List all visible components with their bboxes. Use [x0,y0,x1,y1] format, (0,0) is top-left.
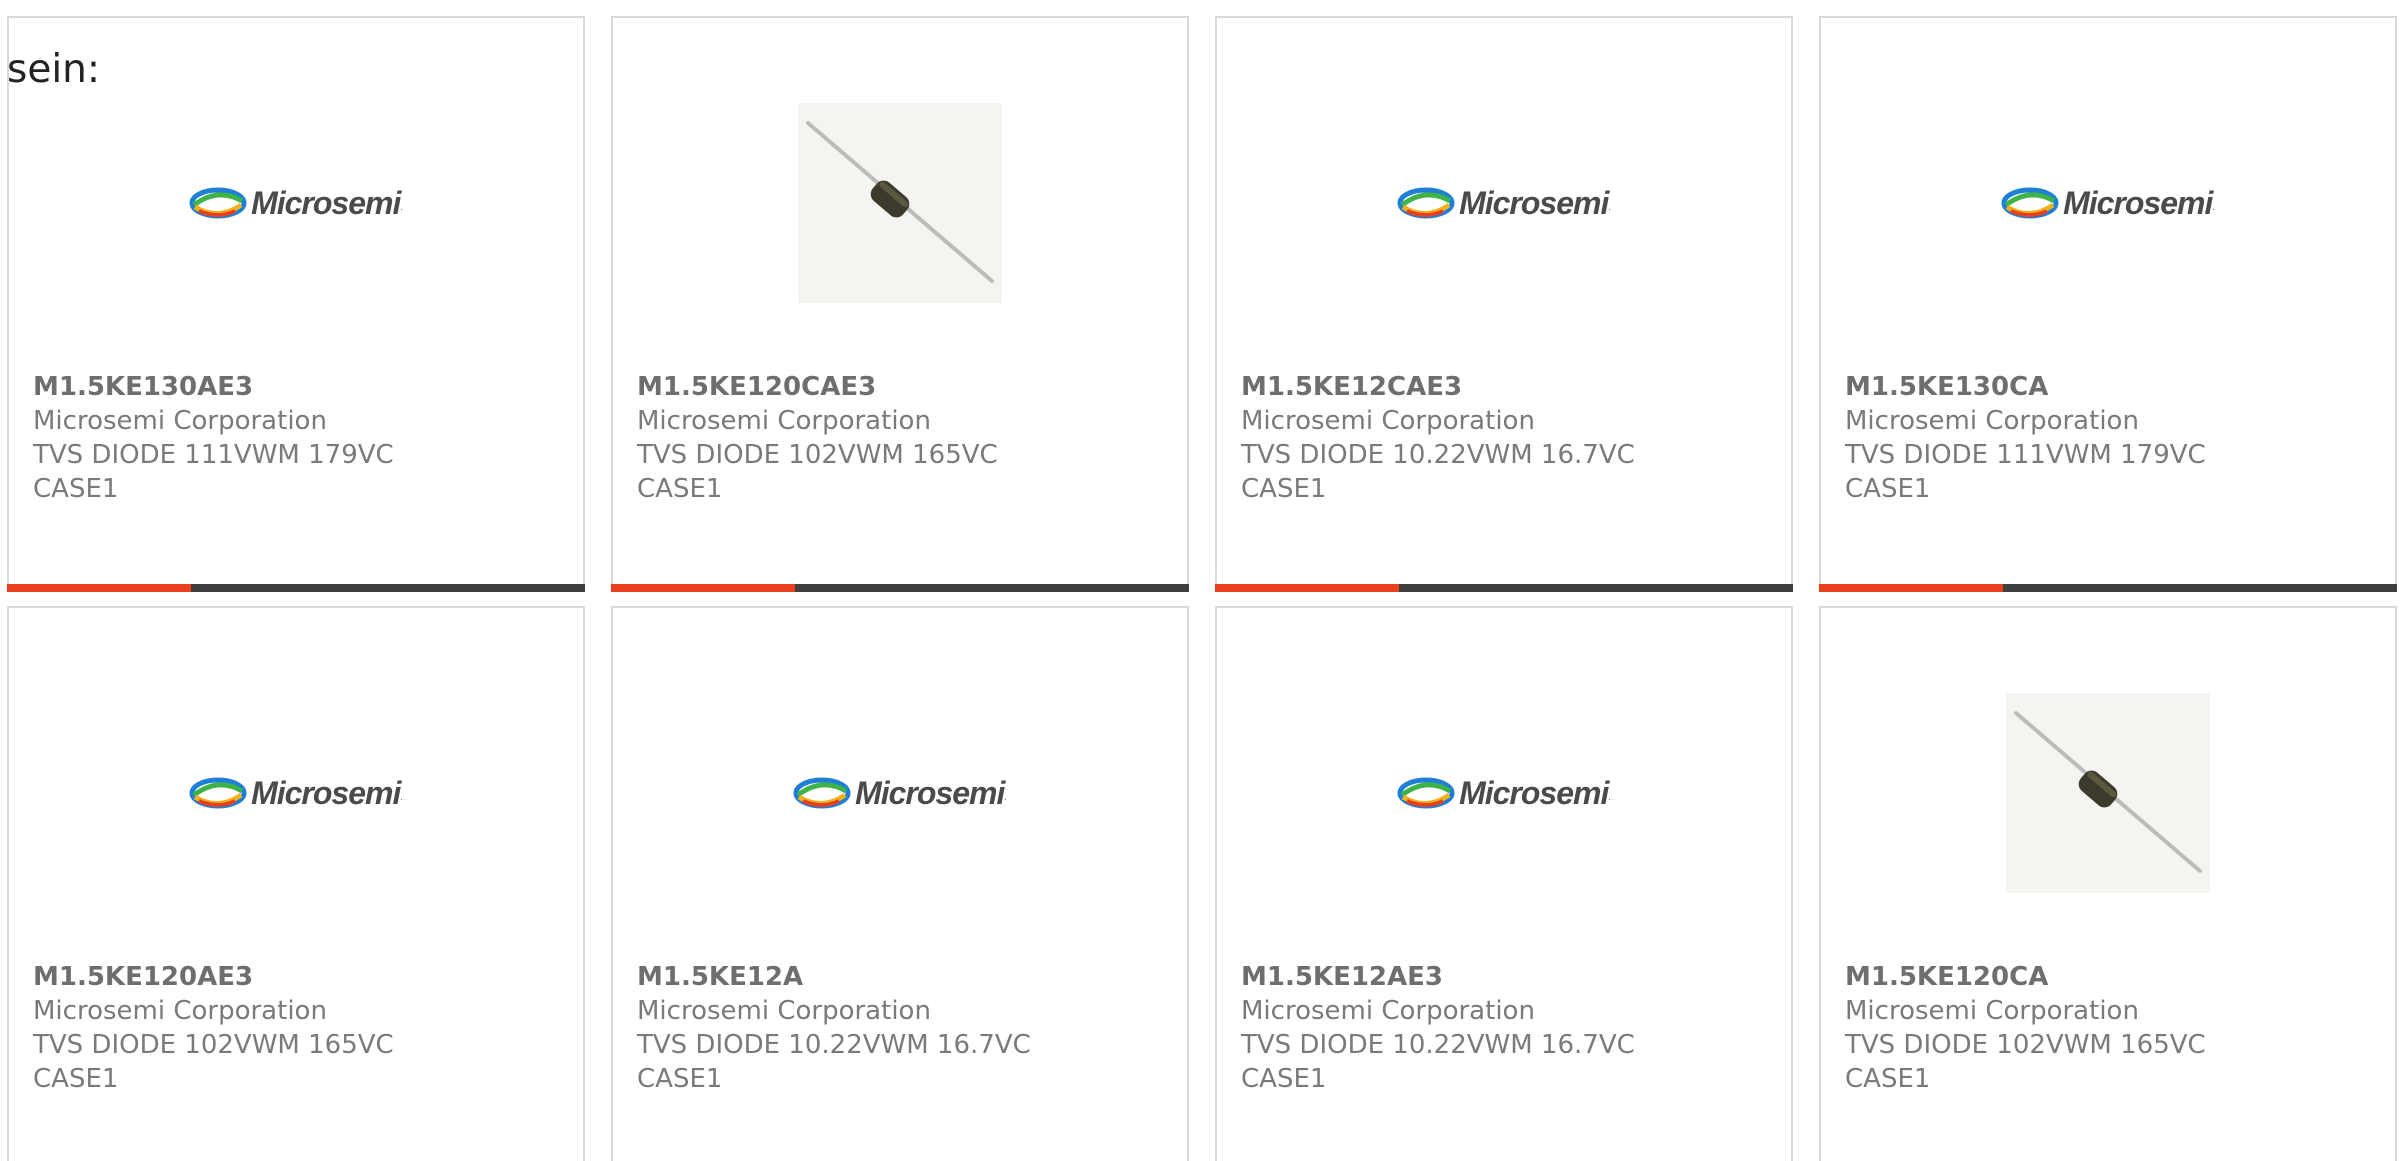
swirl-icon [1397,187,1455,219]
microsemi-logo-icon: Microsemi . [793,775,1007,812]
swirl-icon [189,777,247,809]
part-number[interactable]: M1.5KE130AE3 [33,370,573,404]
manufacturer: Microsemi Corporation [637,996,931,1026]
product-info: M1.5KE12AE3 Microsemi Corporation TVS DI… [1241,960,1781,1096]
description: TVS DIODE 111VWM 179VC [33,440,394,470]
manufacturer: Microsemi Corporation [1241,406,1535,436]
diode-icon [2014,711,2202,873]
card-bottom-bar [1215,584,1793,592]
microsemi-logo-icon: Microsemi . [189,185,403,222]
microsemi-logo-icon: Microsemi . [1397,775,1611,812]
product-image: Microsemi . [9,78,583,328]
microsemi-logo-icon: Microsemi . [189,775,403,812]
product-image: Microsemi . [1821,78,2395,328]
description: TVS DIODE 10.22VWM 16.7VC [1241,1030,1635,1060]
product-info: M1.5KE130CA Microsemi Corporation TVS DI… [1845,370,2385,506]
manufacturer: Microsemi Corporation [33,996,327,1026]
product-info: M1.5KE12A Microsemi Corporation TVS DIOD… [637,960,1177,1096]
product-card[interactable]: Microsemi . M1.5KE12A Microsemi Corporat… [611,606,1189,1161]
product-card[interactable]: Microsemi . M1.5KE130AE3 Microsemi Corpo… [7,16,585,592]
card-accent [1819,584,2003,592]
product-info: M1.5KE120CAE3 Microsemi Corporation TVS … [637,370,1177,506]
manufacturer: Microsemi Corporation [1845,406,2139,436]
description: TVS DIODE 102VWM 165VC [637,440,998,470]
product-image: Microsemi . [1217,668,1791,918]
package: CASE1 [1241,1064,1327,1094]
part-number[interactable]: M1.5KE120CAE3 [637,370,1177,404]
product-card[interactable]: M1.5KE120CA Microsemi Corporation TVS DI… [1819,606,2397,1161]
part-number[interactable]: M1.5KE12CAE3 [1241,370,1781,404]
card-bottom-bar [7,584,585,592]
package: CASE1 [33,1064,119,1094]
product-card[interactable]: Microsemi . M1.5KE12CAE3 Microsemi Corpo… [1215,16,1793,592]
product-card[interactable]: M1.5KE120CAE3 Microsemi Corporation TVS … [611,16,1189,592]
product-info: M1.5KE130AE3 Microsemi Corporation TVS D… [33,370,573,506]
swirl-icon [2001,187,2059,219]
swirl-icon [189,187,247,219]
description: TVS DIODE 10.22VWM 16.7VC [1241,440,1635,470]
card-accent [611,584,795,592]
package: CASE1 [1845,1064,1931,1094]
product-image: Microsemi . [1217,78,1791,328]
product-card[interactable]: Microsemi . M1.5KE130CA Microsemi Corpor… [1819,16,2397,592]
axial-diode-photo-icon [798,103,1002,303]
product-image: Microsemi . [9,668,583,918]
product-image [1821,668,2395,918]
diode-icon [806,121,994,283]
description: TVS DIODE 102VWM 165VC [1845,1030,2206,1060]
product-image [613,78,1187,328]
package: CASE1 [637,474,723,504]
package: CASE1 [1845,474,1931,504]
product-info: M1.5KE120AE3 Microsemi Corporation TVS D… [33,960,573,1096]
swirl-icon [1397,777,1455,809]
manufacturer: Microsemi Corporation [637,406,931,436]
package: CASE1 [33,474,119,504]
product-card[interactable]: Microsemi . M1.5KE12AE3 Microsemi Corpor… [1215,606,1793,1161]
part-number[interactable]: M1.5KE120AE3 [33,960,573,994]
card-bottom-bar [1819,584,2397,592]
package: CASE1 [1241,474,1327,504]
description: TVS DIODE 10.22VWM 16.7VC [637,1030,1031,1060]
part-number[interactable]: M1.5KE130CA [1845,370,2385,404]
card-accent [7,584,191,592]
swirl-icon [793,777,851,809]
microsemi-logo-icon: Microsemi . [1397,185,1611,222]
part-number[interactable]: M1.5KE12AE3 [1241,960,1781,994]
section-heading: sein: [7,47,101,92]
product-grid-page: sein: Microsemi . M1.5KE130AE3 Microsemi… [0,0,2400,1161]
part-number[interactable]: M1.5KE120CA [1845,960,2385,994]
description: TVS DIODE 111VWM 179VC [1845,440,2206,470]
manufacturer: Microsemi Corporation [1241,996,1535,1026]
axial-diode-photo-icon [2006,693,2210,893]
manufacturer: Microsemi Corporation [1845,996,2139,1026]
product-info: M1.5KE120CA Microsemi Corporation TVS DI… [1845,960,2385,1096]
package: CASE1 [637,1064,723,1094]
product-card[interactable]: Microsemi . M1.5KE120AE3 Microsemi Corpo… [7,606,585,1161]
manufacturer: Microsemi Corporation [33,406,327,436]
card-bottom-bar [611,584,1189,592]
card-accent [1215,584,1399,592]
product-info: M1.5KE12CAE3 Microsemi Corporation TVS D… [1241,370,1781,506]
description: TVS DIODE 102VWM 165VC [33,1030,394,1060]
part-number[interactable]: M1.5KE12A [637,960,1177,994]
product-image: Microsemi . [613,668,1187,918]
microsemi-logo-icon: Microsemi . [2001,185,2215,222]
